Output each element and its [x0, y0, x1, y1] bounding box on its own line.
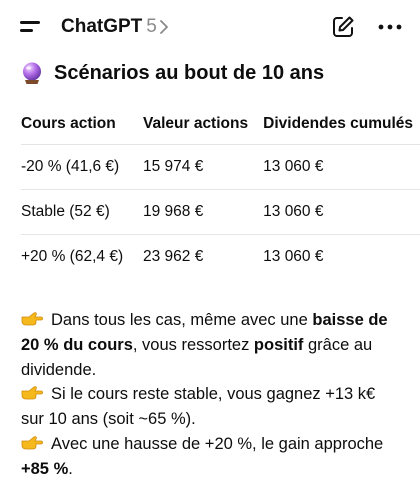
table-row: +20 % (62,4 €) 23 962 € 13 060 € [21, 234, 420, 280]
text: . [68, 459, 73, 478]
bullet-2: Si le cours reste stable, vous gagnez +1… [21, 382, 401, 432]
text: Si le cours reste stable, vous gagnez +1… [21, 385, 376, 429]
crystal-ball-icon [23, 62, 41, 84]
model-version: 5 [146, 16, 157, 37]
text: , vous ressortez [132, 335, 254, 354]
table-cell: 13 060 € [263, 158, 324, 175]
table-cell: 13 060 € [263, 203, 324, 220]
summary-paragraph: Dans tous les cas, même avec une baisse … [21, 308, 401, 482]
table-cell: 23 962 € [142, 248, 204, 265]
model-selector[interactable]: ChatGPT 5 [61, 14, 169, 40]
table-header-row: Cours action Valeur actions Dividendes c… [21, 104, 420, 145]
column-header: Valeur actions [142, 115, 249, 132]
table-cell: 19 968 € [142, 203, 204, 220]
column-header: Dividendes cumulés [263, 115, 414, 132]
text: Avec une hausse de +20 %, le gain approc… [51, 434, 384, 453]
table-cell: +20 % (62,4 €) [21, 248, 124, 265]
scenario-table-wrapper[interactable]: Cours action Valeur actions Dividendes c… [0, 104, 420, 284]
bullet-1: Dans tous les cas, même avec une baisse … [21, 308, 401, 382]
top-bar: ChatGPT 5 [0, 0, 420, 52]
app-name: ChatGPT [61, 16, 143, 37]
column-header: Cours action [21, 115, 116, 132]
text: Dans tous les cas, même avec une [51, 311, 313, 329]
scenario-table: Cours action Valeur actions Dividendes c… [21, 104, 420, 279]
table-cell: 15 974 € [142, 158, 204, 175]
edit-icon[interactable] [331, 15, 355, 39]
chevron-right-icon [159, 20, 168, 34]
table-cell: Stable (52 €) [21, 203, 110, 220]
pointing-hand-icon [21, 436, 43, 450]
table-row: Stable (52 €) 19 968 € 13 060 € [21, 189, 420, 235]
bold-text: positif [253, 335, 304, 354]
bullet-3: Avec une hausse de +20 %, le gain approc… [21, 432, 401, 482]
table-cell: 13 060 € [263, 248, 324, 265]
table-cell: -20 % (41,6 €) [21, 158, 120, 175]
section-title: Scénarios au bout de 10 ans [54, 61, 325, 84]
bold-text: +85 % [21, 459, 69, 478]
section-heading: Scénarios au bout de 10 ans [20, 58, 324, 88]
table-row: -20 % (41,6 €) 15 974 € 13 060 € [21, 144, 420, 190]
pointing-hand-icon [21, 386, 43, 400]
pointing-hand-icon [21, 312, 43, 326]
hamburger-icon[interactable] [18, 14, 44, 40]
more-icon[interactable] [376, 15, 404, 39]
